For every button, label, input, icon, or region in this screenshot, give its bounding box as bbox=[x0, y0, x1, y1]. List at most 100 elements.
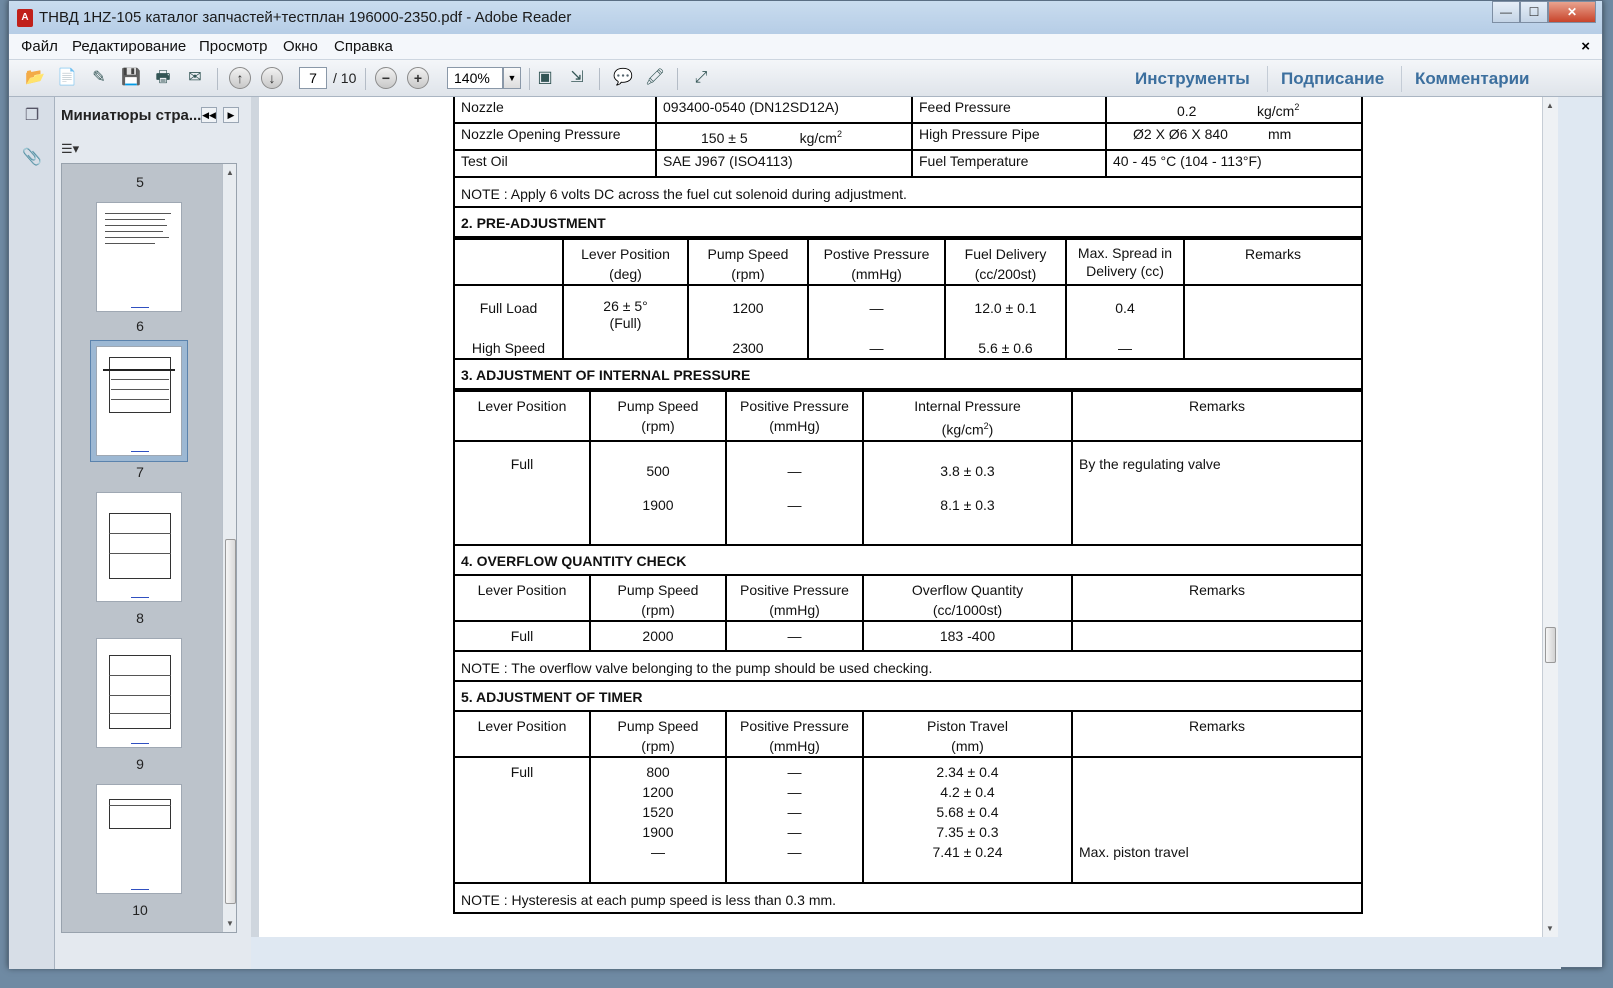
speed-value: 2000 bbox=[589, 619, 727, 652]
scroll-up-icon[interactable]: ▲ bbox=[1546, 101, 1554, 110]
header-lever-position: Lever Position bbox=[453, 573, 591, 622]
next-page-icon[interactable]: ↓ bbox=[261, 67, 283, 89]
scroll-down-icon[interactable]: ▼ bbox=[1546, 924, 1554, 933]
thumbnails-panel-title: Миниатюры стра... bbox=[61, 107, 202, 124]
thumbnail-label: 5 bbox=[136, 174, 144, 190]
print-icon[interactable]: 🖶 bbox=[151, 66, 175, 90]
thumbnail-label: 7 bbox=[136, 464, 144, 480]
comments-link[interactable]: Комментарии bbox=[1415, 69, 1529, 89]
pdf-app-icon: A bbox=[17, 9, 33, 27]
adobe-reader-window: A ТНВД 1HZ-105 каталог запчастей+тестпла… bbox=[8, 0, 1603, 969]
scroll-up-icon[interactable]: ▲ bbox=[226, 168, 234, 177]
remarks-cell bbox=[1183, 284, 1363, 360]
header-remarks: Remarks bbox=[1183, 238, 1363, 286]
previous-page-icon[interactable]: ↑ bbox=[229, 67, 251, 89]
menu-window[interactable]: Окно bbox=[283, 38, 318, 55]
attachments-icon[interactable]: 📎 bbox=[22, 147, 42, 169]
edit-document-icon[interactable]: ✎ bbox=[87, 66, 111, 90]
scroll-down-icon[interactable]: ▼ bbox=[226, 919, 234, 928]
fuel-delivery-values: 12.0 ± 0.1 5.6 ± 0.6 bbox=[944, 284, 1067, 360]
spec-label: High Pressure Pipe bbox=[911, 122, 1107, 151]
thumbnail-list: 5 6 7 8 9 10 ▲ ▼ bbox=[61, 163, 237, 933]
comment-icon[interactable]: 💬 bbox=[611, 66, 635, 90]
status-area bbox=[251, 937, 1561, 969]
open-file-icon[interactable]: 📂 bbox=[23, 66, 47, 90]
menu-edit[interactable]: Редактирование bbox=[72, 38, 186, 55]
thumbnail-label: 8 bbox=[136, 610, 144, 626]
navigation-strip: ❐ 📎 bbox=[9, 97, 55, 969]
header-empty bbox=[453, 238, 564, 286]
create-pdf-icon[interactable]: 📄 bbox=[55, 66, 79, 90]
thumbnail-page[interactable] bbox=[96, 638, 182, 748]
speed-values: 1200 2300 bbox=[687, 284, 809, 360]
remarks-value: Max. piston travel bbox=[1071, 755, 1363, 884]
remarks-value: By the regulating valve bbox=[1071, 439, 1363, 546]
spec-value: 40 - 45 °C (104 - 113°F) bbox=[1105, 149, 1363, 178]
email-icon[interactable]: ✉ bbox=[183, 66, 207, 90]
zoom-out-icon[interactable]: − bbox=[375, 67, 397, 89]
spread-values: 0.4— bbox=[1065, 284, 1185, 360]
pressure-values: — — bbox=[725, 439, 864, 546]
expand-panel-icon[interactable]: ▶ bbox=[223, 107, 239, 123]
collapse-panel-icon[interactable]: ◀◀ bbox=[201, 107, 217, 123]
thumbnail-scroll-thumb[interactable] bbox=[225, 539, 236, 904]
fit-page-icon[interactable]: ▣ bbox=[533, 66, 557, 90]
thumbnail-page[interactable] bbox=[96, 784, 182, 894]
thumbnail-page-selected[interactable] bbox=[96, 346, 182, 456]
document-scrollbar[interactable]: ▲ ▼ bbox=[1542, 97, 1558, 937]
window-title: ТНВД 1HZ-105 каталог запчастей+тестплан … bbox=[39, 9, 572, 26]
spec-value: SAE J967 (ISO4113) bbox=[655, 149, 913, 178]
thumbnail-page[interactable] bbox=[96, 492, 182, 602]
menu-file[interactable]: Файл bbox=[21, 38, 58, 55]
spec-label: Feed Pressure bbox=[911, 97, 1107, 124]
minimize-button[interactable]: — bbox=[1492, 1, 1520, 23]
thumbnail-label: 10 bbox=[132, 902, 148, 918]
highlight-icon[interactable]: 🖍 bbox=[643, 66, 667, 90]
spec-value: 093400-0540 (DN12SD12A) bbox=[655, 97, 913, 124]
spec-label: Fuel Temperature bbox=[911, 149, 1107, 178]
header-remarks: Remarks bbox=[1071, 390, 1363, 442]
spec-label: Nozzle Opening Pressure bbox=[453, 122, 657, 151]
fit-width-icon[interactable]: ⇲ bbox=[565, 66, 589, 90]
thumbnail-scrollbar[interactable]: ▲ ▼ bbox=[222, 164, 236, 932]
lever-value: Full bbox=[453, 619, 591, 652]
header-overflow-quantity: Overflow Quantity (cc/1000st) bbox=[862, 573, 1073, 622]
save-icon[interactable]: 💾 bbox=[119, 66, 143, 90]
header-pump-speed: Pump Speed (rpm) bbox=[589, 390, 727, 442]
header-lever-position: Lever Position bbox=[453, 709, 591, 758]
menu-help[interactable]: Справка bbox=[334, 38, 393, 55]
pressure-value: — bbox=[725, 619, 864, 652]
piston-travel-values: 2.34 ± 0.4 4.2 ± 0.4 5.68 ± 0.4 7.35 ± 0.3 7… bbox=[862, 755, 1073, 884]
thumbnail-label: 6 bbox=[136, 318, 144, 334]
document-view[interactable]: Nozzle 093400-0540 (DN12SD12A) Feed Pres… bbox=[251, 97, 1544, 937]
tools-link[interactable]: Инструменты bbox=[1135, 69, 1250, 89]
spec-value: 0.2 kg/cm2 bbox=[1105, 97, 1363, 124]
fullscreen-icon[interactable]: ⤢ bbox=[689, 66, 713, 90]
sign-link[interactable]: Подписание bbox=[1281, 69, 1384, 89]
section-overflow-title: 4. OVERFLOW QUANTITY CHECK bbox=[453, 543, 1363, 576]
header-internal-pressure: Internal Pressure (kg/cm2) bbox=[862, 390, 1073, 442]
header-lever-position: Lever Position bbox=[453, 390, 591, 442]
spec-label: Test Oil bbox=[453, 149, 657, 178]
thumbnail-options-icon[interactable]: ☰▾ bbox=[61, 141, 79, 157]
speed-values: 800 1200 1520 1900— bbox=[589, 755, 727, 884]
document-scroll-thumb[interactable] bbox=[1545, 627, 1556, 663]
header-positive-pressure: Positive Pressure (mmHg) bbox=[725, 390, 864, 442]
zoom-dropdown-icon[interactable]: ▼ bbox=[503, 67, 521, 89]
header-piston-travel: Piston Travel (mm) bbox=[862, 709, 1073, 758]
close-document-button[interactable]: × bbox=[1581, 38, 1590, 55]
zoom-in-icon[interactable]: + bbox=[407, 67, 429, 89]
note-solenoid: NOTE : Apply 6 volts DC across the fuel … bbox=[453, 176, 1363, 208]
zoom-level-input[interactable]: 140% bbox=[447, 67, 503, 89]
section-timer-title: 5. ADJUSTMENT OF TIMER bbox=[453, 679, 1363, 712]
close-window-button[interactable]: ✕ bbox=[1548, 1, 1596, 23]
thumbnails-panel: Миниатюры стра... ◀◀ ▶ ☰▾ 5 6 7 8 9 10 ▲… bbox=[55, 97, 251, 969]
thumbnail-page[interactable] bbox=[96, 202, 182, 312]
header-max-spread: Max. Spread in Delivery (cc) bbox=[1065, 238, 1185, 286]
thumbnail-label: 9 bbox=[136, 756, 144, 772]
page-thumbnails-icon[interactable]: ❐ bbox=[22, 105, 42, 127]
menu-view[interactable]: Просмотр bbox=[199, 38, 268, 55]
maximize-button[interactable]: ☐ bbox=[1520, 1, 1548, 23]
page-number-input[interactable]: 7 bbox=[299, 67, 327, 89]
section-pre-adjustment-title: 2. PRE-ADJUSTMENT bbox=[453, 206, 1363, 238]
